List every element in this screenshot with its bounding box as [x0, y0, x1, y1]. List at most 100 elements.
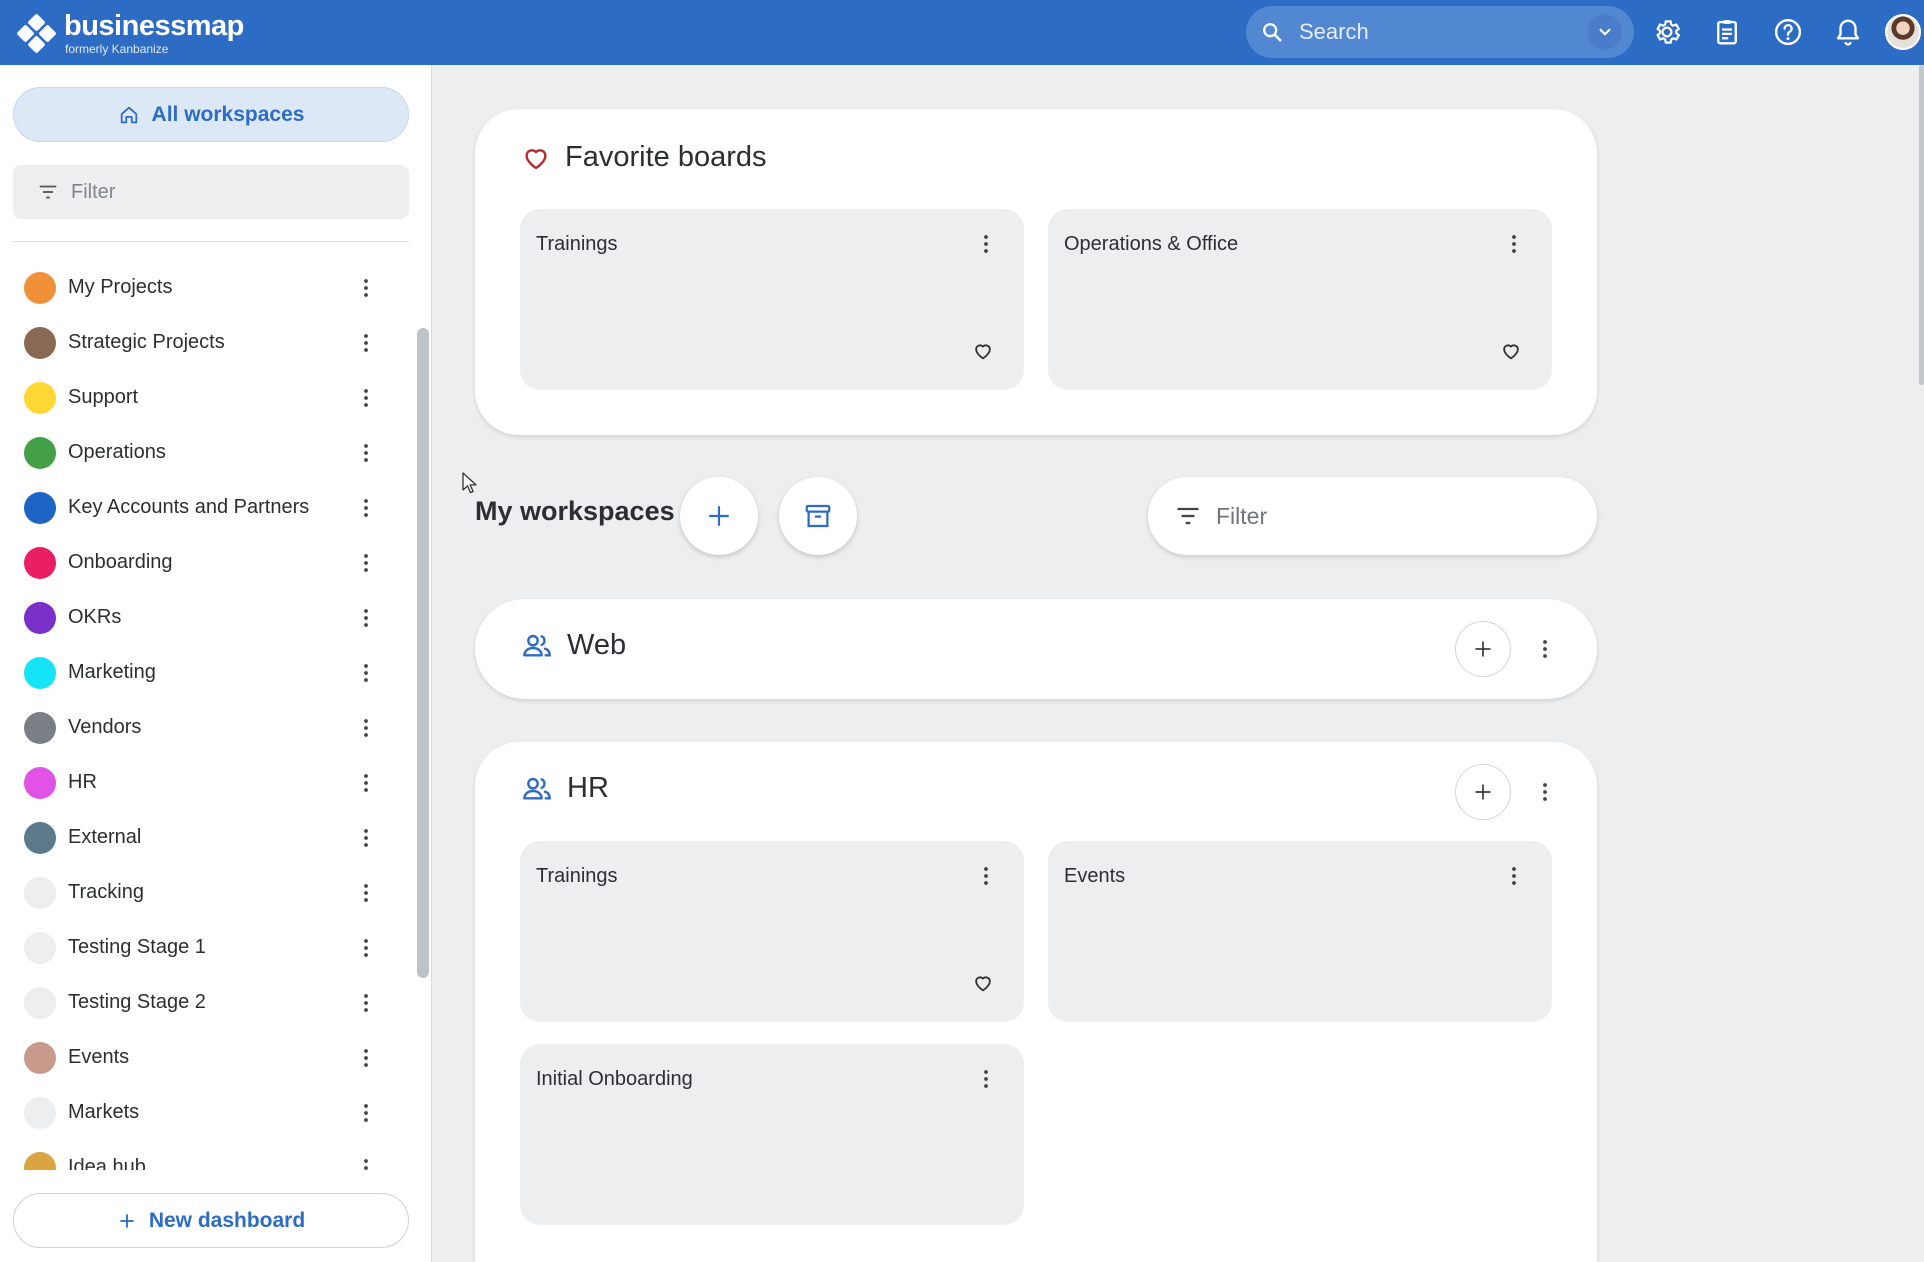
main-scrollbar[interactable] — [1919, 65, 1924, 385]
new-dashboard-button[interactable]: New dashboard — [13, 1193, 409, 1248]
archive-icon — [805, 504, 831, 528]
workspace-label: Vendors — [68, 716, 142, 738]
workspace-label: My Projects — [68, 276, 173, 298]
workspace-filter-input[interactable] — [1216, 502, 1576, 530]
sidebar-workspace-item[interactable]: Strategic Projects — [0, 315, 410, 370]
all-workspaces-button[interactable]: All workspaces — [13, 87, 409, 142]
workspace-label: Tracking — [68, 881, 144, 903]
more-vertical-icon[interactable] — [1504, 231, 1524, 257]
more-vertical-icon[interactable] — [1533, 633, 1557, 665]
workspace-label: Key Accounts and Partners — [68, 496, 310, 518]
more-vertical-icon[interactable] — [354, 272, 378, 304]
global-search — [1246, 6, 1634, 58]
sidebar-scrollbar[interactable] — [417, 328, 429, 978]
home-icon — [120, 106, 137, 123]
favorite-boards-title: Favorite boards — [565, 141, 767, 173]
sidebar-workspace-item[interactable]: Tracking — [0, 865, 410, 920]
more-vertical-icon[interactable] — [976, 1066, 996, 1092]
more-vertical-icon[interactable] — [976, 231, 996, 257]
sidebar-workspace-item[interactable]: External — [0, 810, 410, 865]
sidebar-workspace-item[interactable]: Key Accounts and Partners — [0, 480, 410, 535]
archive-button[interactable] — [779, 477, 857, 555]
sidebar-workspace-item[interactable]: Operations — [0, 425, 410, 480]
board-card[interactable]: Events — [1048, 841, 1552, 1022]
mouse-cursor-icon — [462, 472, 477, 494]
more-vertical-icon[interactable] — [1504, 863, 1524, 889]
board-name: Operations & Office — [1064, 233, 1239, 255]
businessmap-logo[interactable]: businessmap formerly Kanbanize — [16, 10, 244, 55]
more-vertical-icon[interactable] — [354, 767, 378, 799]
board-card[interactable]: Trainings — [520, 209, 1024, 390]
sidebar-workspace-item[interactable]: Marketing — [0, 645, 410, 700]
more-vertical-icon[interactable] — [354, 437, 378, 469]
main-content: Favorite boards Trainings Operations & O… — [433, 65, 1924, 1262]
workspace-label: Events — [68, 1046, 130, 1068]
favorite-boards-panel: Favorite boards Trainings Operations & O… — [475, 109, 1597, 435]
add-board-button[interactable] — [1455, 764, 1511, 820]
more-vertical-icon[interactable] — [354, 382, 378, 414]
sidebar-workspace-item[interactable]: My Projects — [0, 260, 410, 315]
favorite-heart-icon[interactable] — [1498, 338, 1524, 364]
workspace-label: Operations — [68, 441, 166, 463]
workspace-label: Strategic Projects — [68, 331, 225, 353]
more-vertical-icon[interactable] — [354, 547, 378, 579]
more-vertical-icon[interactable] — [354, 492, 378, 524]
new-dashboard-label: New dashboard — [148, 1208, 306, 1232]
sidebar-workspace-item[interactable]: OKRs — [0, 590, 410, 645]
sidebar-workspace-item[interactable]: HR — [0, 755, 410, 810]
brand-name: businessmap — [64, 10, 244, 42]
sidebar-workspace-item[interactable]: Onboarding — [0, 535, 410, 590]
workspace-label: Support — [68, 386, 139, 408]
chevron-down-icon — [1599, 28, 1610, 36]
more-vertical-icon[interactable] — [354, 657, 378, 689]
workspace-label: Onboarding — [68, 551, 173, 573]
more-vertical-icon[interactable] — [354, 1097, 378, 1129]
sidebar-workspace-item[interactable]: Support — [0, 370, 410, 425]
plus-icon — [1475, 784, 1491, 800]
board-card[interactable]: Initial Onboarding — [520, 1044, 1024, 1225]
workspace-color-dot — [24, 491, 56, 524]
board-card[interactable]: Trainings — [520, 841, 1024, 1022]
more-vertical-icon[interactable] — [354, 822, 378, 854]
user-avatar[interactable] — [1885, 14, 1921, 50]
sidebar-workspace-item[interactable]: Events — [0, 1030, 410, 1085]
clipboard-icon[interactable] — [1709, 14, 1745, 50]
sidebar-workspace-item[interactable]: Testing Stage 2 — [0, 975, 410, 1030]
sidebar-workspace-item[interactable]: Idea hub — [0, 1140, 410, 1170]
more-vertical-icon[interactable] — [354, 987, 378, 1019]
more-vertical-icon[interactable] — [1533, 776, 1557, 808]
board-card[interactable]: Operations & Office — [1048, 209, 1552, 390]
add-workspace-button[interactable] — [680, 477, 758, 555]
more-vertical-icon[interactable] — [976, 863, 996, 889]
search-input[interactable] — [1289, 19, 1587, 45]
workspace-label: Idea hub — [68, 1156, 146, 1170]
more-vertical-icon[interactable] — [354, 1042, 378, 1074]
sidebar-workspace-item[interactable]: Markets — [0, 1085, 410, 1140]
plus-icon — [709, 506, 729, 526]
sidebar-workspace-item[interactable]: Vendors — [0, 700, 410, 755]
filter-icon — [35, 179, 61, 205]
favorite-heart-icon[interactable] — [970, 970, 996, 996]
workspace-color-dot — [24, 656, 56, 689]
workspace-color-dot — [24, 1096, 56, 1129]
workspace-panel-hr: HR Trainings Events Initial Onboarding — [475, 742, 1597, 1262]
add-board-button[interactable] — [1455, 621, 1511, 677]
more-vertical-icon[interactable] — [354, 932, 378, 964]
my-workspaces-title: My workspaces — [475, 496, 675, 526]
settings-icon[interactable] — [1649, 14, 1685, 50]
help-icon[interactable] — [1770, 14, 1806, 50]
search-icon[interactable] — [1254, 14, 1289, 50]
workspace-label: OKRs — [68, 606, 122, 628]
search-options-button[interactable] — [1587, 14, 1622, 50]
bell-icon[interactable] — [1830, 14, 1866, 50]
sidebar-filter-input[interactable] — [71, 180, 371, 204]
board-name: Initial Onboarding — [536, 1068, 693, 1090]
more-vertical-icon[interactable] — [354, 712, 378, 744]
workspace-color-dot — [24, 1041, 56, 1074]
sidebar-workspace-item[interactable]: Testing Stage 1 — [0, 920, 410, 975]
more-vertical-icon[interactable] — [354, 877, 378, 909]
favorite-heart-icon[interactable] — [970, 338, 996, 364]
more-vertical-icon[interactable] — [354, 327, 378, 359]
more-vertical-icon[interactable] — [354, 1152, 378, 1171]
more-vertical-icon[interactable] — [354, 602, 378, 634]
